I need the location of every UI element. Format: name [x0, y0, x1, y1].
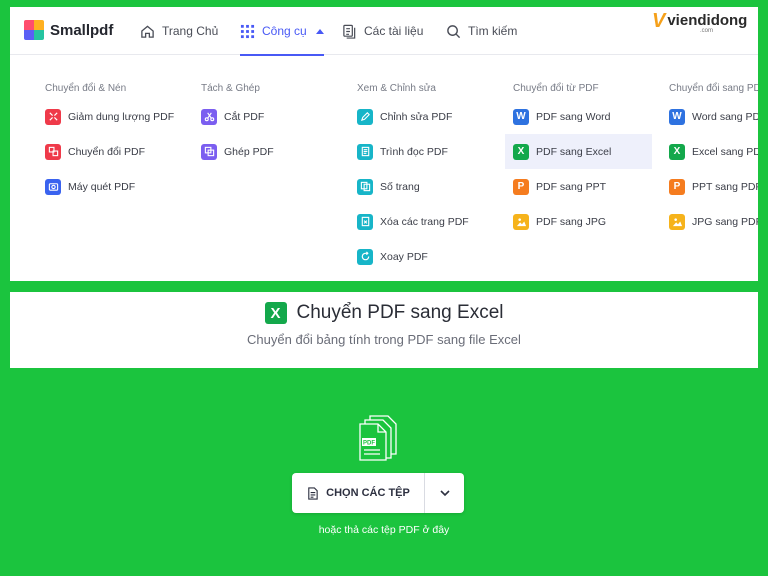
tool-page-numbers[interactable]: Số trang	[349, 169, 499, 204]
tool-label: Máy quét PDF	[68, 180, 136, 193]
word-icon: W	[669, 108, 685, 125]
nav-documents[interactable]: Các tài liệu	[342, 7, 423, 55]
viendidong-logo-icon: V	[652, 10, 666, 32]
brand-name: Smallpdf	[50, 21, 114, 39]
viendidong-watermark: V viendidong .com	[652, 10, 747, 34]
tool-pdf-to-jpg[interactable]: PDF sang JPG	[505, 204, 652, 239]
page-title: X Chuyển PDF sang Excel	[10, 302, 758, 324]
nav-home[interactable]: Trang Chủ	[140, 7, 218, 55]
tool-label: Chỉnh sửa PDF	[380, 110, 453, 123]
page-subtitle: Chuyển đổi bảng tính trong PDF sang file…	[247, 332, 521, 347]
top-nav: Smallpdf Trang Chủ Công cụ Các tài liệu …	[10, 7, 758, 56]
rotate-icon	[357, 248, 373, 265]
tool-label: Chuyển đổi PDF	[68, 145, 146, 158]
tool-label: PPT sang PDF	[692, 180, 758, 193]
tool-label: JPG sang PDF	[692, 215, 758, 228]
tool-pdf-to-ppt[interactable]: P PDF sang PPT	[505, 169, 652, 204]
tool-label: PDF sang JPG	[536, 215, 607, 228]
grid-icon	[240, 24, 255, 38]
reader-icon	[357, 143, 373, 160]
column-heading: Chuyển đổi sang PDF	[669, 83, 758, 94]
jpg-icon	[513, 213, 529, 230]
excel-icon: X	[669, 143, 685, 160]
edit-icon	[357, 108, 373, 125]
search-icon	[447, 24, 461, 38]
nav-search-label: Tìm kiếm	[468, 24, 518, 38]
tool-label: PDF sang Excel	[536, 145, 612, 158]
watermark-sub: .com	[700, 28, 714, 34]
tool-pdf-to-word[interactable]: W PDF sang Word	[505, 99, 652, 134]
column-heading: Chuyển đổi & Nén	[45, 83, 127, 94]
nav-search[interactable]: Tìm kiếm	[446, 7, 517, 55]
excel-icon: X	[264, 302, 287, 324]
tool-ppt-to-pdf[interactable]: P PPT sang PDF	[661, 169, 758, 204]
caret-up-icon	[315, 28, 324, 34]
ppt-icon: P	[669, 178, 685, 195]
documents-icon	[343, 24, 356, 39]
tool-delete-pages[interactable]: Xóa các trang PDF	[349, 204, 499, 239]
tool-merge-pdf[interactable]: Ghép PDF	[193, 134, 333, 169]
upload-file-icon	[308, 486, 318, 500]
tool-label: Giảm dung lượng PDF	[68, 110, 175, 123]
column-heading: Tách & Ghép	[201, 83, 260, 94]
tool-word-to-pdf[interactable]: W Word sang PDF	[661, 99, 758, 134]
column-heading: Chuyển đổi từ PDF	[513, 83, 599, 94]
word-icon: W	[513, 108, 529, 125]
scanner-icon	[45, 178, 61, 195]
tool-pdf-reader[interactable]: Trình đọc PDF	[349, 134, 499, 169]
tool-label: Ghép PDF	[224, 145, 274, 158]
choose-files-group: CHỌN CÁC TỆP	[292, 473, 464, 513]
nav-tools[interactable]: Công cụ	[240, 7, 324, 56]
tool-label: Trình đọc PDF	[380, 145, 448, 158]
tool-label: PDF sang PPT	[536, 180, 607, 193]
tools-menu-panel: Smallpdf Trang Chủ Công cụ Các tài liệu …	[10, 7, 758, 281]
scissors-icon	[201, 108, 217, 125]
home-icon	[141, 24, 154, 38]
excel-icon: X	[513, 143, 529, 160]
compress-icon	[45, 108, 61, 125]
tool-label: PDF sang Word	[536, 110, 611, 123]
smallpdf-logo-icon	[24, 20, 44, 40]
nav-documents-label: Các tài liệu	[364, 24, 424, 38]
tool-rotate-pdf[interactable]: Xoay PDF	[349, 239, 499, 274]
upload-options-dropdown[interactable]	[425, 473, 464, 513]
tool-label: Word sang PDF	[692, 110, 758, 123]
tool-label: Xóa các trang PDF	[380, 215, 469, 228]
tool-jpg-to-pdf[interactable]: JPG sang PDF	[661, 204, 758, 239]
choose-files-label: CHỌN CÁC TỆP	[326, 487, 410, 499]
chevron-down-icon	[439, 490, 450, 497]
delete-pages-icon	[357, 213, 373, 230]
pdf-files-icon: PDF	[359, 415, 397, 461]
merge-icon	[201, 143, 217, 160]
page-number-icon	[357, 178, 373, 195]
tool-title-panel: X Chuyển PDF sang Excel Chuyển đổi bảng …	[10, 292, 758, 368]
tool-excel-to-pdf[interactable]: X Excel sang PDF	[661, 134, 758, 169]
tool-label: Excel sang PDF	[692, 145, 758, 158]
file-icon-label: PDF	[363, 441, 375, 447]
convert-icon	[45, 143, 61, 160]
jpg-icon	[669, 213, 685, 230]
tool-pdf-scanner[interactable]: Máy quét PDF	[37, 169, 187, 204]
tool-convert-pdf[interactable]: Chuyển đổi PDF	[37, 134, 187, 169]
tool-pdf-to-excel[interactable]: X PDF sang Excel	[505, 134, 652, 169]
tool-label: Số trang	[380, 180, 420, 193]
page-title-text: Chuyển PDF sang Excel	[296, 302, 504, 323]
drop-hint: hoặc thả các tệp PDF ở đây	[318, 524, 450, 536]
tool-edit-pdf[interactable]: Chỉnh sửa PDF	[349, 99, 499, 134]
choose-files-button[interactable]: CHỌN CÁC TỆP	[292, 473, 425, 513]
tool-compress-pdf[interactable]: Giảm dung lượng PDF	[37, 99, 187, 134]
smallpdf-logo[interactable]: Smallpdf	[24, 20, 113, 40]
nav-home-label: Trang Chủ	[162, 24, 219, 38]
ppt-icon: P	[513, 178, 529, 195]
tool-label: Cắt PDF	[224, 110, 265, 123]
tool-split-pdf[interactable]: Cắt PDF	[193, 99, 333, 134]
tool-label: Xoay PDF	[380, 250, 428, 263]
column-heading: Xem & Chỉnh sửa	[357, 83, 436, 94]
nav-tools-label: Công cụ	[262, 24, 307, 38]
